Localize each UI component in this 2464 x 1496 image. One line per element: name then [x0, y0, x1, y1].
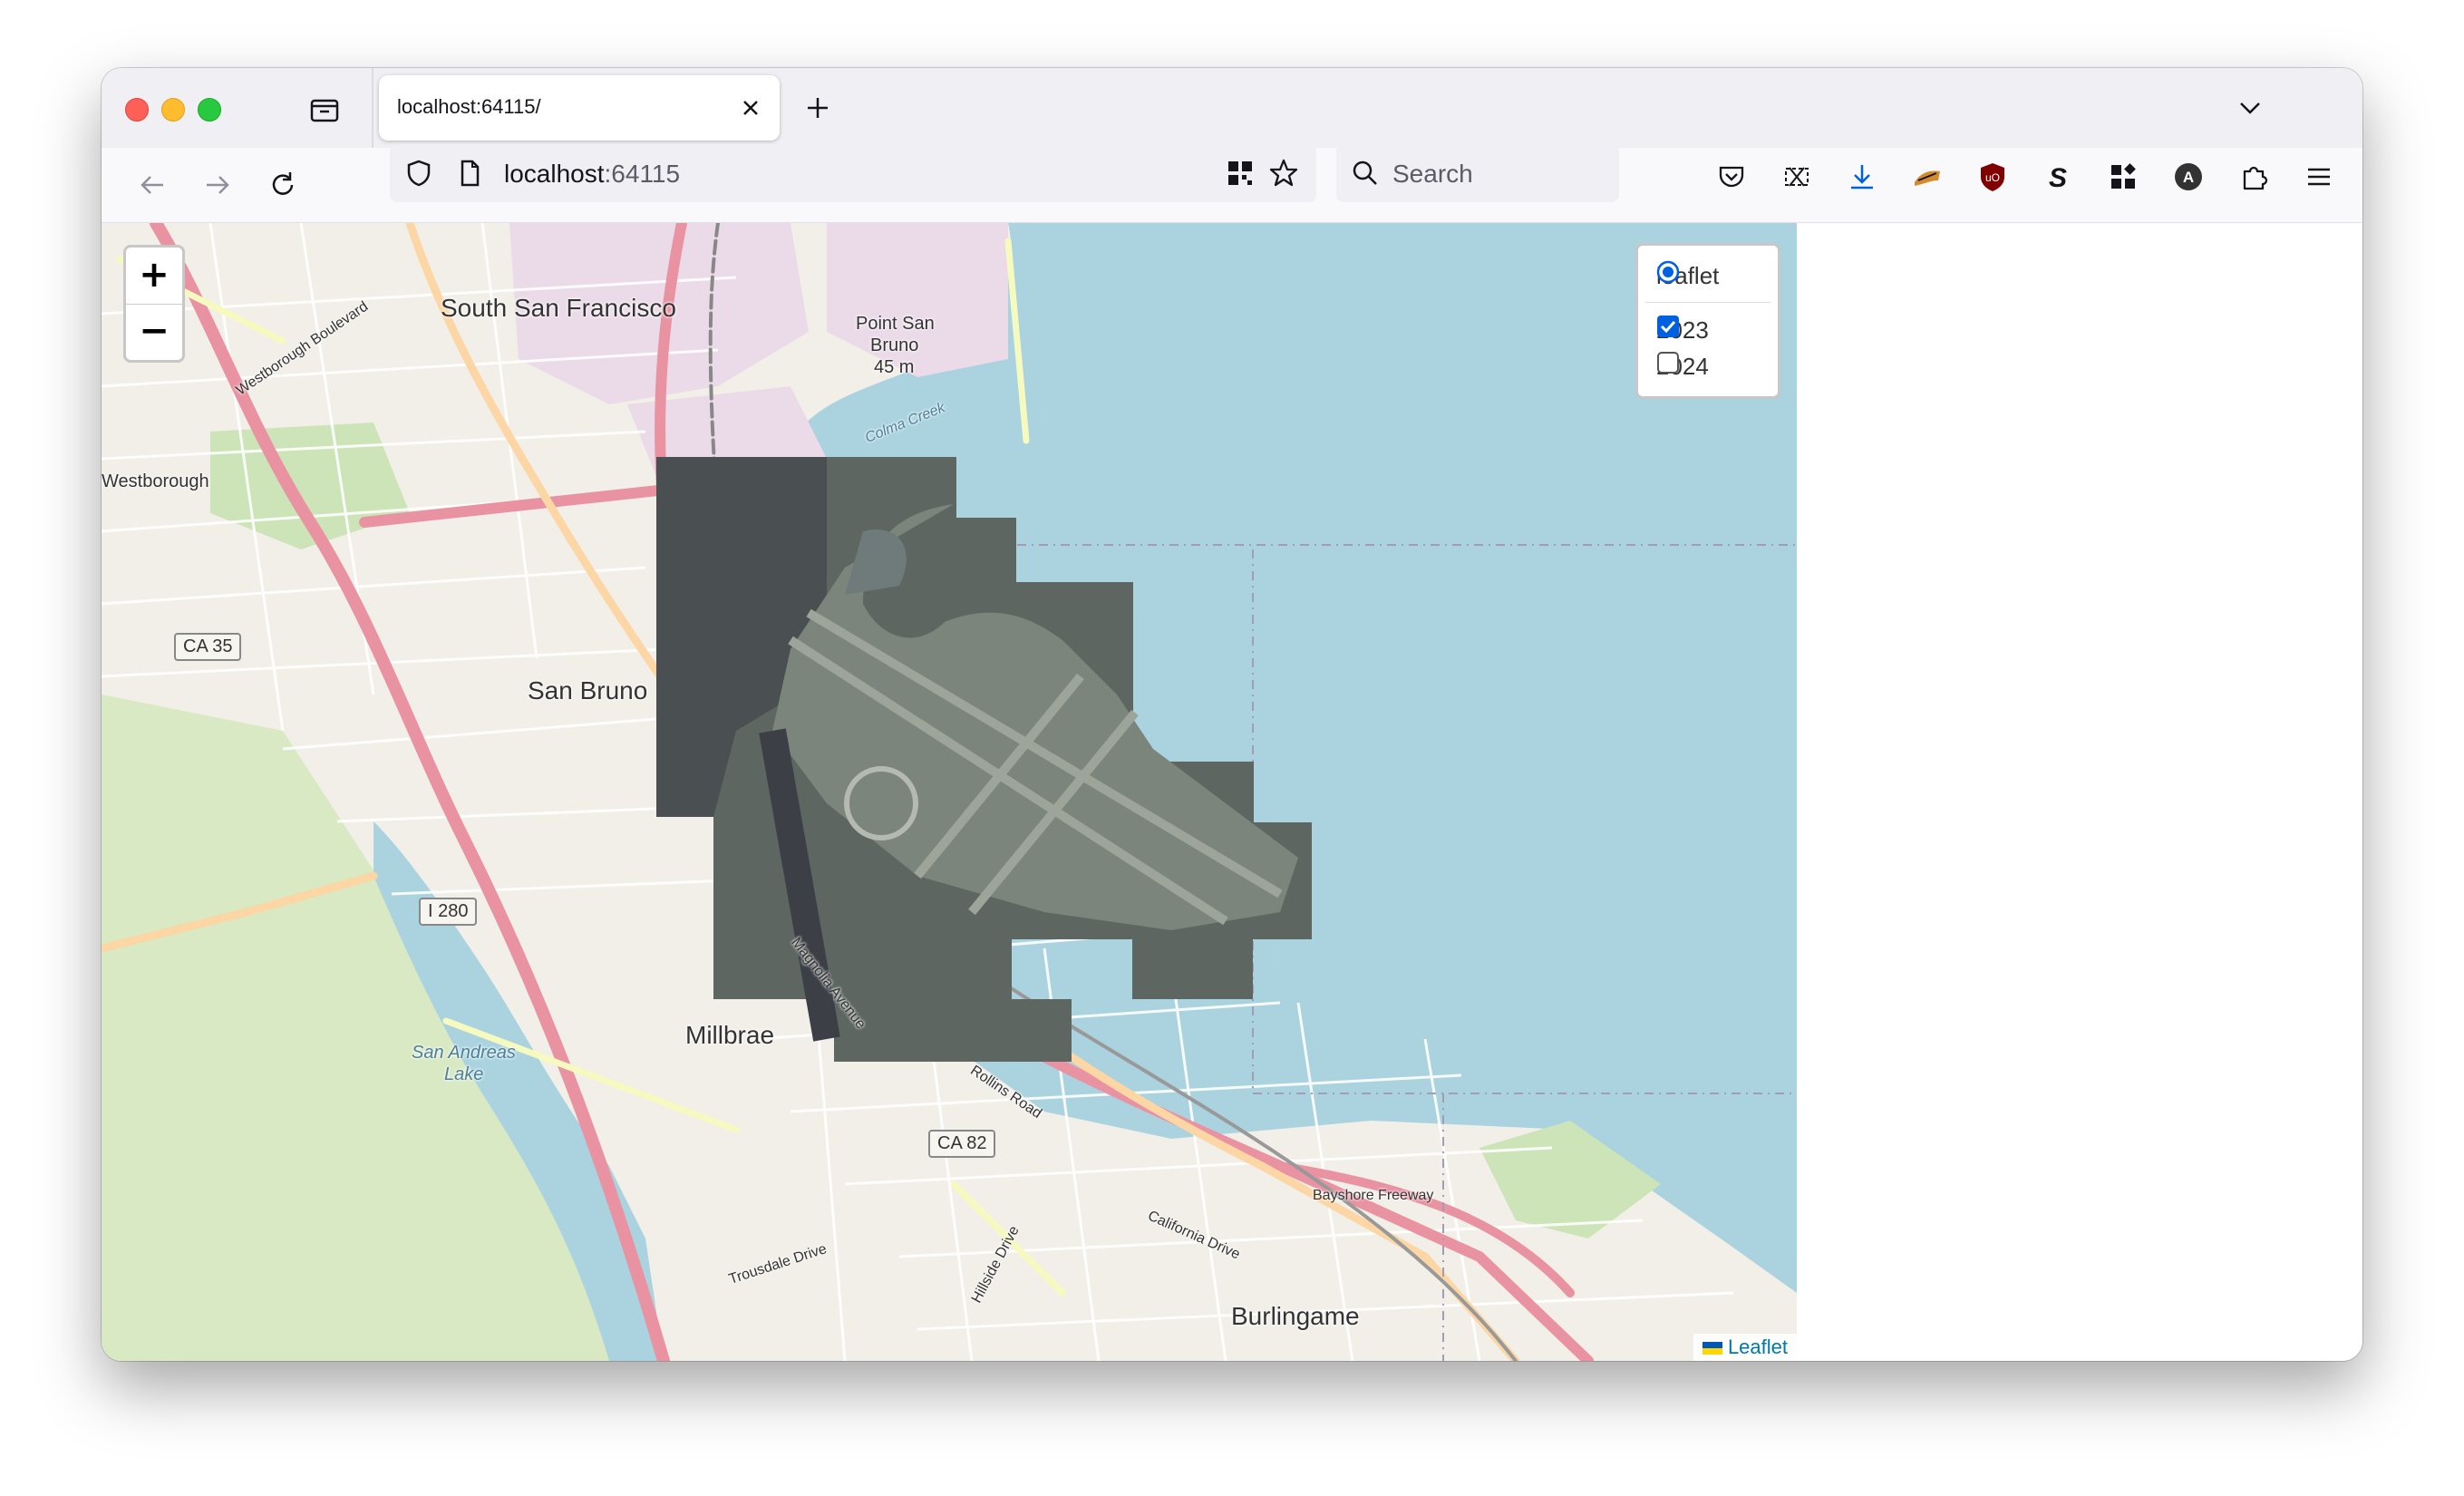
map-label-burlingame: Burlingame: [1231, 1302, 1360, 1330]
extensions-puzzle-icon[interactable]: [2237, 160, 2270, 193]
new-tab-icon[interactable]: [801, 92, 834, 124]
reload-icon[interactable]: [265, 167, 301, 203]
minimize-window-button[interactable]: [161, 98, 185, 121]
extension-grid-icon[interactable]: [2107, 160, 2139, 193]
leaflet-map[interactable]: South San Francisco Point San Bruno 45 m…: [102, 223, 1797, 1361]
tab-active[interactable]: localhost:64115/: [379, 75, 780, 141]
url-host: localhost: [504, 160, 605, 188]
map-attribution[interactable]: Leaflet: [1693, 1334, 1797, 1361]
shield-icon[interactable]: [403, 157, 435, 189]
map-tiles: [102, 223, 1797, 1361]
forward-arrow-icon[interactable]: [199, 167, 236, 203]
url-port: :64115: [604, 160, 681, 188]
map-label-san-bruno: San Bruno: [528, 676, 648, 704]
close-window-button[interactable]: [125, 98, 149, 121]
route-shield-ca82: CA 82: [928, 1130, 996, 1158]
url-bar[interactable]: localhost:64115: [390, 144, 1316, 202]
screenshot-icon[interactable]: [1780, 160, 1813, 193]
map-label-westborough: Westborough: [102, 471, 209, 491]
overlay-option-2024[interactable]: 2024: [1656, 351, 1709, 382]
map-label-san-andreas-lake: Lake: [444, 1064, 484, 1084]
download-icon[interactable]: [1846, 160, 1878, 193]
zoom-in-button[interactable]: +: [126, 248, 182, 305]
search-placeholder: Search: [1392, 160, 1473, 188]
stylus-s-icon[interactable]: S: [2042, 160, 2074, 193]
hamburger-menu-icon[interactable]: [2303, 160, 2335, 193]
map-label-point-san-bruno-2: Bruno: [870, 335, 919, 355]
map-label-south-san-francisco: South San Francisco: [441, 294, 676, 322]
maximize-window-button[interactable]: [198, 98, 221, 121]
qr-code-icon[interactable]: [1224, 157, 1256, 189]
search-icon: [1353, 160, 1377, 185]
route-shield-i280: I 280: [419, 898, 478, 926]
tab-strip: localhost:64115/: [102, 68, 2362, 148]
svg-text:S: S: [2049, 163, 2067, 193]
checkbox-checked[interactable]: [1656, 315, 1680, 338]
chevron-down-icon[interactable]: [2234, 92, 2266, 124]
tab-divider: [372, 68, 373, 148]
layer-control-separator: [1645, 302, 1770, 303]
zoom-control: + −: [123, 245, 185, 363]
page-icon[interactable]: [453, 157, 486, 189]
map-label-bayshore-freeway: Bayshore Freeway: [1313, 1188, 1434, 1203]
map-label-millbrae: Millbrae: [685, 1021, 775, 1049]
layer-control: leaflet 2023 2024: [1635, 243, 1780, 399]
tab-title: localhost:64115/: [397, 95, 541, 118]
pocket-icon[interactable]: [1715, 160, 1748, 193]
attribution-link[interactable]: Leaflet: [1728, 1336, 1788, 1358]
close-tab-icon[interactable]: [738, 95, 763, 121]
radio-button[interactable]: [1656, 260, 1680, 284]
url-text: localhost:64115: [504, 160, 680, 189]
firefox-view-icon[interactable]: [308, 93, 341, 126]
bookmark-star-icon[interactable]: [1267, 157, 1300, 189]
svg-text:A: A: [2183, 169, 2194, 186]
extension-shoe-icon[interactable]: [1911, 160, 1944, 193]
back-arrow-icon[interactable]: [134, 167, 170, 203]
ublock-origin-icon[interactable]: uO: [1976, 160, 2009, 193]
checkbox-unchecked[interactable]: [1656, 351, 1680, 374]
zoom-out-button[interactable]: −: [126, 304, 182, 360]
account-a-icon[interactable]: A: [2172, 160, 2205, 193]
overlay-option-2023[interactable]: 2023: [1656, 315, 1709, 345]
map-label-san-andreas: San Andreas: [412, 1043, 516, 1063]
svg-text:uO: uO: [1985, 171, 2000, 184]
map-label-point-san-bruno: Point San: [856, 314, 935, 334]
page-content: South San Francisco Point San Bruno 45 m…: [102, 223, 2362, 1361]
browser-window: localhost:64115/ localhost:64115 Search …: [102, 68, 2362, 1361]
base-layer-option[interactable]: leaflet: [1656, 260, 1719, 291]
search-input[interactable]: Search: [1336, 144, 1619, 202]
ukraine-flag-icon: [1702, 1342, 1722, 1355]
map-label-point-elevation: 45 m: [874, 357, 915, 377]
route-shield-ca35: CA 35: [174, 633, 242, 661]
